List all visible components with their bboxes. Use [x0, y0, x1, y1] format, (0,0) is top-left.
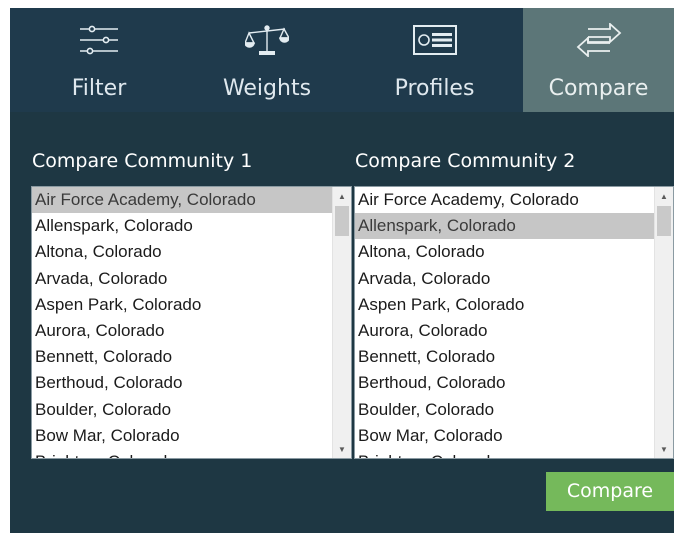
scrollbar[interactable]: ▲ ▼	[332, 187, 351, 458]
list-item[interactable]: Boulder, Colorado	[32, 397, 332, 423]
app-window: Filter Weights Profiles Compare Compare …	[10, 8, 674, 533]
nav-tab-label: Compare	[548, 76, 649, 101]
community-2-list: Air Force Academy, Colorado Allenspark, …	[355, 187, 654, 458]
list-item[interactable]: Aspen Park, Colorado	[32, 292, 332, 318]
scroll-thumb[interactable]	[335, 206, 349, 236]
scrollbar[interactable]: ▲ ▼	[654, 187, 673, 458]
swap-arrows-icon	[576, 22, 622, 58]
nav-tab-compare[interactable]: Compare	[523, 8, 674, 112]
nav-tab-label: Weights	[222, 76, 312, 101]
list-item[interactable]: Allenspark, Colorado	[355, 213, 654, 240]
top-nav: Filter Weights Profiles Compare	[10, 8, 674, 112]
scroll-up-arrow-icon[interactable]: ▲	[333, 187, 351, 205]
community-1-list: Air Force Academy, Colorado Allenspark, …	[32, 187, 332, 458]
list-item[interactable]: Air Force Academy, Colorado	[32, 187, 332, 214]
list-item[interactable]: Allenspark, Colorado	[32, 213, 332, 239]
list-item[interactable]: Aurora, Colorado	[32, 318, 332, 344]
compare-button[interactable]: Compare	[546, 472, 674, 511]
scroll-down-arrow-icon[interactable]: ▼	[333, 440, 351, 458]
nav-tab-filter[interactable]: Filter	[10, 8, 188, 112]
community-1-listbox[interactable]: Air Force Academy, Colorado Allenspark, …	[31, 186, 352, 459]
list-item[interactable]: Altona, Colorado	[355, 239, 654, 265]
compare-community-1-title: Compare Community 1	[32, 150, 253, 172]
list-item[interactable]: Brighton, Colorado	[32, 449, 332, 458]
list-item[interactable]: Arvada, Colorado	[32, 266, 332, 292]
list-item[interactable]: Aurora, Colorado	[355, 318, 654, 344]
nav-tab-label: Profiles	[394, 76, 475, 101]
compare-community-2-title: Compare Community 2	[355, 150, 576, 172]
list-item[interactable]: Bow Mar, Colorado	[32, 423, 332, 449]
list-item[interactable]: Bow Mar, Colorado	[355, 423, 654, 449]
nav-tab-weights[interactable]: Weights	[188, 8, 346, 112]
list-item[interactable]: Berthoud, Colorado	[355, 370, 654, 396]
list-item[interactable]: Berthoud, Colorado	[32, 370, 332, 396]
balance-scale-icon	[245, 22, 289, 58]
list-item[interactable]: Bennett, Colorado	[355, 344, 654, 370]
list-item[interactable]: Arvada, Colorado	[355, 266, 654, 292]
id-card-icon	[412, 22, 457, 58]
nav-tab-label: Filter	[71, 76, 127, 101]
nav-tab-profiles[interactable]: Profiles	[346, 8, 523, 112]
scroll-down-arrow-icon[interactable]: ▼	[655, 440, 673, 458]
list-item[interactable]: Bennett, Colorado	[32, 344, 332, 370]
community-2-listbox[interactable]: Air Force Academy, Colorado Allenspark, …	[354, 186, 674, 459]
list-item[interactable]: Boulder, Colorado	[355, 397, 654, 423]
compare-panel: Compare Community 1 Compare Community 2 …	[10, 112, 674, 533]
sliders-icon	[79, 22, 119, 58]
scroll-thumb[interactable]	[657, 206, 671, 236]
list-item[interactable]: Brighton, Colorado	[355, 449, 654, 458]
list-item[interactable]: Aspen Park, Colorado	[355, 292, 654, 318]
scroll-up-arrow-icon[interactable]: ▲	[655, 187, 673, 205]
list-item[interactable]: Air Force Academy, Colorado	[355, 187, 654, 213]
list-item[interactable]: Altona, Colorado	[32, 239, 332, 265]
